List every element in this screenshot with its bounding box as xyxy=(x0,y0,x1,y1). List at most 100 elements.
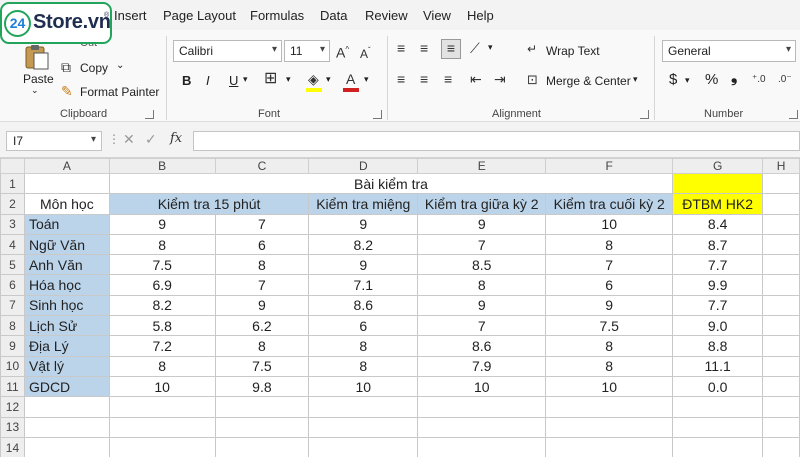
gpa-cell[interactable]: 0.0 xyxy=(672,375,764,398)
subject-cell[interactable]: Hóa học xyxy=(23,274,110,296)
row-header[interactable]: 3 xyxy=(0,213,25,235)
subject-header-cell[interactable]: Môn học xyxy=(23,193,110,215)
cell[interactable]: 10 xyxy=(545,375,674,398)
cell[interactable] xyxy=(417,416,547,438)
column-header-b[interactable]: B xyxy=(108,158,216,174)
cell[interactable]: 8 xyxy=(545,233,674,256)
cell[interactable]: 9 xyxy=(308,254,419,276)
cell[interactable] xyxy=(108,416,216,438)
cell[interactable]: 8.5 xyxy=(417,254,547,276)
paste-button[interactable]: Paste ⌄ xyxy=(20,44,54,100)
align-middle-icon[interactable]: ≡ xyxy=(420,40,428,56)
cell[interactable] xyxy=(762,172,800,195)
font-launcher-icon[interactable] xyxy=(373,110,382,119)
align-center-icon[interactable]: ≡ xyxy=(420,71,428,87)
percent-button[interactable]: % xyxy=(705,71,718,88)
row-header[interactable]: 2 xyxy=(0,193,25,215)
row-header[interactable]: 12 xyxy=(0,396,25,418)
menu-page-layout[interactable]: Page Layout xyxy=(163,8,236,23)
column-header-c[interactable]: C xyxy=(214,158,310,174)
cell[interactable] xyxy=(417,436,547,457)
cell[interactable]: 6.2 xyxy=(214,315,310,337)
copy-button[interactable]: Copy xyxy=(80,61,108,75)
copy-dropdown-icon[interactable]: ⌄ xyxy=(116,60,124,71)
wrap-text-button[interactable]: Wrap Text xyxy=(546,44,600,58)
cell[interactable] xyxy=(214,416,310,438)
align-top-icon[interactable]: ≡ xyxy=(397,40,405,56)
decrease-decimal-icon[interactable]: .0⁻ xyxy=(778,72,792,88)
column-header-h[interactable]: H xyxy=(762,158,800,174)
clipboard-launcher-icon[interactable] xyxy=(145,110,154,119)
cell[interactable] xyxy=(23,396,110,418)
cell[interactable]: 5.8 xyxy=(108,315,216,337)
orientation-icon[interactable]: ⟋ xyxy=(470,40,480,56)
cell[interactable] xyxy=(762,274,800,296)
menu-view[interactable]: View xyxy=(423,8,451,23)
fill-color-dropdown-icon[interactable]: ▾ xyxy=(326,74,331,85)
cell[interactable]: 7.5 xyxy=(214,355,310,377)
cell[interactable] xyxy=(417,396,547,418)
cell[interactable]: 7.1 xyxy=(308,274,419,296)
increase-font-size-icon[interactable]: A^ xyxy=(336,42,349,61)
cell[interactable]: 10 xyxy=(308,375,419,398)
gpa-cell[interactable]: 8.8 xyxy=(672,335,764,357)
cell[interactable]: 8 xyxy=(108,355,216,377)
orientation-dropdown-icon[interactable]: ▾ xyxy=(488,42,493,53)
cell[interactable]: 6 xyxy=(308,315,419,337)
row-header[interactable]: 1 xyxy=(0,172,25,195)
cell[interactable]: 8.6 xyxy=(417,335,547,357)
row-header[interactable]: 6 xyxy=(0,274,25,296)
alignment-launcher-icon[interactable] xyxy=(640,110,649,119)
increase-decimal-icon[interactable]: ⁺.0 xyxy=(752,72,766,88)
row-header[interactable]: 7 xyxy=(0,294,25,317)
cell[interactable] xyxy=(308,416,419,438)
column-header-a[interactable]: A xyxy=(23,158,110,174)
cell[interactable] xyxy=(762,254,800,276)
cell[interactable] xyxy=(762,375,800,398)
menu-insert[interactable]: Insert xyxy=(114,8,147,23)
column-header-e[interactable]: E xyxy=(417,158,547,174)
cell[interactable]: 9 xyxy=(417,294,547,317)
header-cell[interactable]: Kiểm tra miệng xyxy=(308,193,419,215)
cell[interactable]: 9 xyxy=(545,294,674,317)
subject-cell[interactable]: GDCD xyxy=(23,375,110,398)
header-cell[interactable]: Kiểm tra 15 phút xyxy=(108,193,310,215)
align-right-icon[interactable]: ≡ xyxy=(444,71,452,87)
cell[interactable]: 7.5 xyxy=(108,254,216,276)
row-header[interactable]: 5 xyxy=(0,254,25,276)
cell[interactable]: 8 xyxy=(214,254,310,276)
subject-cell[interactable]: Lịch Sử xyxy=(23,315,110,337)
cell[interactable]: 7 xyxy=(545,254,674,276)
cell[interactable] xyxy=(214,436,310,457)
row-header[interactable]: 4 xyxy=(0,233,25,256)
cell[interactable] xyxy=(108,396,216,418)
gpa-cell[interactable]: 11.1 xyxy=(672,355,764,377)
column-header-d[interactable]: D xyxy=(308,158,419,174)
row-header[interactable]: 8 xyxy=(0,315,25,337)
cell[interactable] xyxy=(762,294,800,317)
cell[interactable] xyxy=(672,172,764,195)
cell[interactable] xyxy=(672,436,764,457)
currency-button[interactable]: $ xyxy=(669,71,677,88)
cell[interactable] xyxy=(762,416,800,438)
gpa-cell[interactable]: 8.4 xyxy=(672,213,764,235)
menu-review[interactable]: Review xyxy=(365,8,408,23)
cell[interactable]: 10 xyxy=(417,375,547,398)
cell[interactable] xyxy=(762,396,800,418)
gpa-cell[interactable]: 9.0 xyxy=(672,315,764,337)
cell[interactable]: 10 xyxy=(545,213,674,235)
cell[interactable] xyxy=(23,172,110,195)
more-options-icon[interactable]: ⋮ xyxy=(108,132,120,146)
increase-indent-icon[interactable]: ⇥ xyxy=(494,71,506,87)
cell[interactable]: 6 xyxy=(214,233,310,256)
row-header[interactable]: 14 xyxy=(0,436,25,457)
row-header[interactable]: 10 xyxy=(0,355,25,377)
font-family-select[interactable]: Calibri ▾ xyxy=(173,40,282,62)
cancel-icon[interactable]: ✕ xyxy=(123,131,135,148)
align-bottom-icon[interactable]: ≡ xyxy=(441,39,461,59)
font-color-icon[interactable]: A xyxy=(346,71,355,87)
cell[interactable]: 9 xyxy=(214,294,310,317)
row-header[interactable]: 13 xyxy=(0,416,25,438)
select-all-corner[interactable] xyxy=(0,158,25,174)
cell[interactable] xyxy=(108,436,216,457)
